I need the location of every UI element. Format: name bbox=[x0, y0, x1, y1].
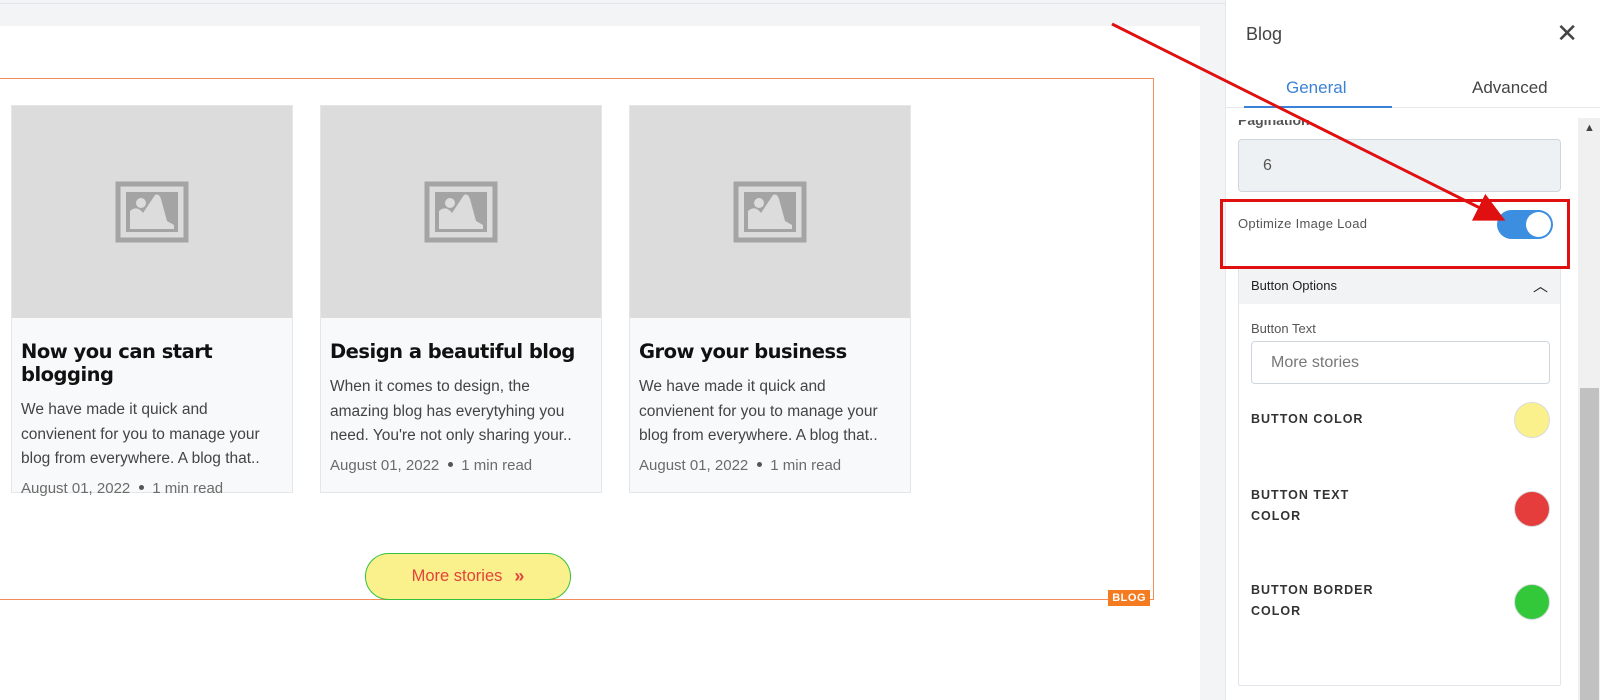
card-date: August 01, 2022 bbox=[639, 457, 749, 474]
button-options-header[interactable]: Button Options ︿ bbox=[1239, 267, 1560, 304]
card-title[interactable]: Design a beautiful blog bbox=[330, 340, 592, 363]
card-read-time: 1 min read bbox=[152, 480, 224, 497]
card-date: August 01, 2022 bbox=[21, 480, 131, 497]
annotation-highlight-box bbox=[1220, 199, 1570, 269]
button-text-color-row: BUTTON TEXT COLOR bbox=[1251, 485, 1550, 527]
card-read-time: 1 min read bbox=[461, 457, 533, 474]
pagination-label: Pagination bbox=[1238, 112, 1310, 128]
button-color-row: BUTTON COLOR bbox=[1251, 402, 1550, 438]
top-toolbar-strip bbox=[0, 0, 1225, 4]
tab-advanced[interactable]: Advanced bbox=[1472, 78, 1548, 98]
editor-canvas: Now you can start blogging We have made … bbox=[0, 26, 1200, 700]
panel-scrollbar[interactable]: ▲ bbox=[1578, 118, 1600, 700]
button-border-color-swatch[interactable] bbox=[1514, 584, 1550, 620]
button-options-title: Button Options bbox=[1251, 278, 1337, 293]
image-placeholder-icon bbox=[733, 181, 807, 243]
card-meta: August 01, 2022 1 min read bbox=[639, 457, 901, 474]
scrollbar-thumb[interactable] bbox=[1580, 388, 1599, 700]
section-type-badge[interactable]: BLOG bbox=[1108, 590, 1150, 606]
pagination-input[interactable]: 6 bbox=[1238, 139, 1561, 192]
blog-card[interactable]: Design a beautiful blog When it comes to… bbox=[320, 105, 602, 493]
chevron-up-icon[interactable]: ︿ bbox=[1533, 275, 1548, 296]
card-title[interactable]: Grow your business bbox=[639, 340, 901, 363]
button-border-color-row: BUTTON BORDER COLOR bbox=[1251, 580, 1550, 622]
panel-title: Blog bbox=[1246, 24, 1283, 44]
close-icon[interactable]: ✕ bbox=[1556, 20, 1578, 46]
blog-card[interactable]: Now you can start blogging We have made … bbox=[11, 105, 293, 497]
image-placeholder-icon bbox=[115, 181, 189, 243]
panel-tabs: General Advanced bbox=[1226, 68, 1600, 108]
button-options-group: Button Options ︿ Button Text More storie… bbox=[1238, 266, 1561, 686]
card-meta: August 01, 2022 1 min read bbox=[330, 457, 592, 474]
image-placeholder bbox=[630, 106, 910, 318]
separator-dot bbox=[139, 485, 145, 491]
image-placeholder bbox=[321, 106, 601, 318]
card-excerpt: We have made it quick and convienent for… bbox=[21, 401, 260, 467]
card-meta: August 01, 2022 1 min read bbox=[21, 480, 283, 497]
separator-dot bbox=[448, 462, 454, 468]
blog-card[interactable]: Grow your business We have made it quick… bbox=[629, 105, 911, 493]
button-color-label: BUTTON COLOR bbox=[1251, 412, 1364, 426]
button-text-input[interactable]: More stories bbox=[1251, 341, 1550, 384]
card-date: August 01, 2022 bbox=[330, 457, 440, 474]
card-excerpt: We have made it quick and convienent for… bbox=[639, 378, 878, 444]
blog-section[interactable]: Now you can start blogging We have made … bbox=[0, 78, 1154, 606]
scroll-up-arrow-icon[interactable]: ▲ bbox=[1584, 122, 1595, 134]
button-text-color-swatch[interactable] bbox=[1514, 491, 1550, 527]
button-text-color-label: BUTTON TEXT COLOR bbox=[1251, 488, 1350, 523]
card-excerpt: When it comes to design, the amazing blo… bbox=[330, 378, 572, 444]
button-border-color-label: BUTTON BORDER COLOR bbox=[1251, 583, 1374, 618]
more-stories-button[interactable]: More stories » bbox=[365, 553, 571, 600]
settings-panel: Blog ✕ General Advanced Pagination 6 Opt… bbox=[1225, 0, 1600, 700]
image-placeholder-icon bbox=[424, 181, 498, 243]
separator-dot bbox=[757, 462, 763, 468]
double-chevron-right-icon: » bbox=[514, 566, 525, 586]
button-color-swatch[interactable] bbox=[1514, 402, 1550, 438]
button-text-label: Button Text bbox=[1251, 321, 1316, 336]
more-stories-label: More stories bbox=[411, 567, 503, 585]
tab-general[interactable]: General bbox=[1286, 78, 1346, 98]
active-tab-indicator bbox=[1244, 106, 1392, 108]
card-title[interactable]: Now you can start blogging bbox=[21, 340, 283, 386]
image-placeholder bbox=[12, 106, 292, 318]
card-read-time: 1 min read bbox=[770, 457, 842, 474]
